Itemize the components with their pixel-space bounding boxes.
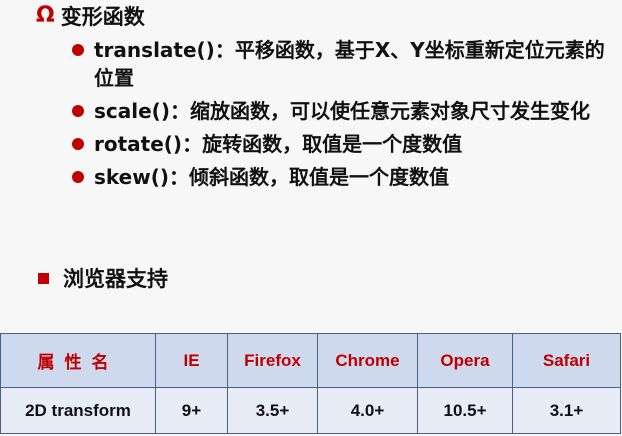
table-cell-chrome: 4.0+ bbox=[317, 387, 418, 434]
list-item-text: translate()：平移函数，基于X、Y坐标重新定位元素的位置 bbox=[94, 38, 605, 90]
section-title: Ω 变形函数 bbox=[36, 2, 145, 30]
list-item-text: scale()：缩放函数，可以使任意元素对象尺寸发生变化 bbox=[94, 99, 590, 123]
transform-function-list: translate()：平移函数，基于X、Y坐标重新定位元素的位置 scale(… bbox=[72, 36, 612, 196]
list-item-translate: translate()：平移函数，基于X、Y坐标重新定位元素的位置 bbox=[72, 36, 612, 92]
table-cell-firefox: 3.5+ bbox=[227, 387, 318, 434]
table-cell-ie: 9+ bbox=[155, 387, 228, 434]
table-cell-safari: 3.1+ bbox=[512, 387, 621, 434]
browser-support-heading-text: 浏览器支持 bbox=[63, 267, 168, 291]
list-item-rotate: rotate()：旋转函数，取值是一个度数值 bbox=[72, 130, 612, 158]
table-cell-attribute: 2D transform bbox=[0, 387, 156, 434]
table-header-safari: Safari bbox=[512, 333, 621, 388]
bullet-dot-icon bbox=[72, 171, 84, 183]
table-header-firefox: Firefox bbox=[227, 333, 318, 388]
table-row: 2D transform 9+ 3.5+ 4.0+ 10.5+ 3.1+ bbox=[0, 387, 621, 434]
table-header-row: 属性名 IE Firefox Chrome Opera Safari bbox=[0, 333, 621, 388]
list-item-text: skew()：倾斜函数，取值是一个度数值 bbox=[94, 165, 449, 189]
bullet-dot-icon bbox=[72, 44, 84, 56]
square-bullet-icon bbox=[38, 272, 49, 284]
bullet-dot-icon bbox=[72, 138, 84, 150]
section-title-text: 变形函数 bbox=[60, 5, 145, 29]
table-cell-opera: 10.5+ bbox=[417, 387, 513, 434]
browser-support-table: 属性名 IE Firefox Chrome Opera Safari 2D tr… bbox=[0, 333, 621, 434]
table-header-ie: IE bbox=[155, 333, 228, 388]
list-item-skew: skew()：倾斜函数，取值是一个度数值 bbox=[72, 163, 612, 191]
table-header-attribute: 属性名 bbox=[0, 333, 156, 388]
list-item-scale: scale()：缩放函数，可以使任意元素对象尺寸发生变化 bbox=[72, 97, 612, 125]
table-header-chrome: Chrome bbox=[317, 333, 418, 388]
browser-support-heading: 浏览器支持 bbox=[38, 263, 168, 293]
bullet-dot-icon bbox=[72, 105, 84, 117]
omega-icon: Ω bbox=[36, 3, 55, 28]
list-item-text: rotate()：旋转函数，取值是一个度数值 bbox=[94, 132, 463, 156]
table-header-opera: Opera bbox=[417, 333, 513, 388]
